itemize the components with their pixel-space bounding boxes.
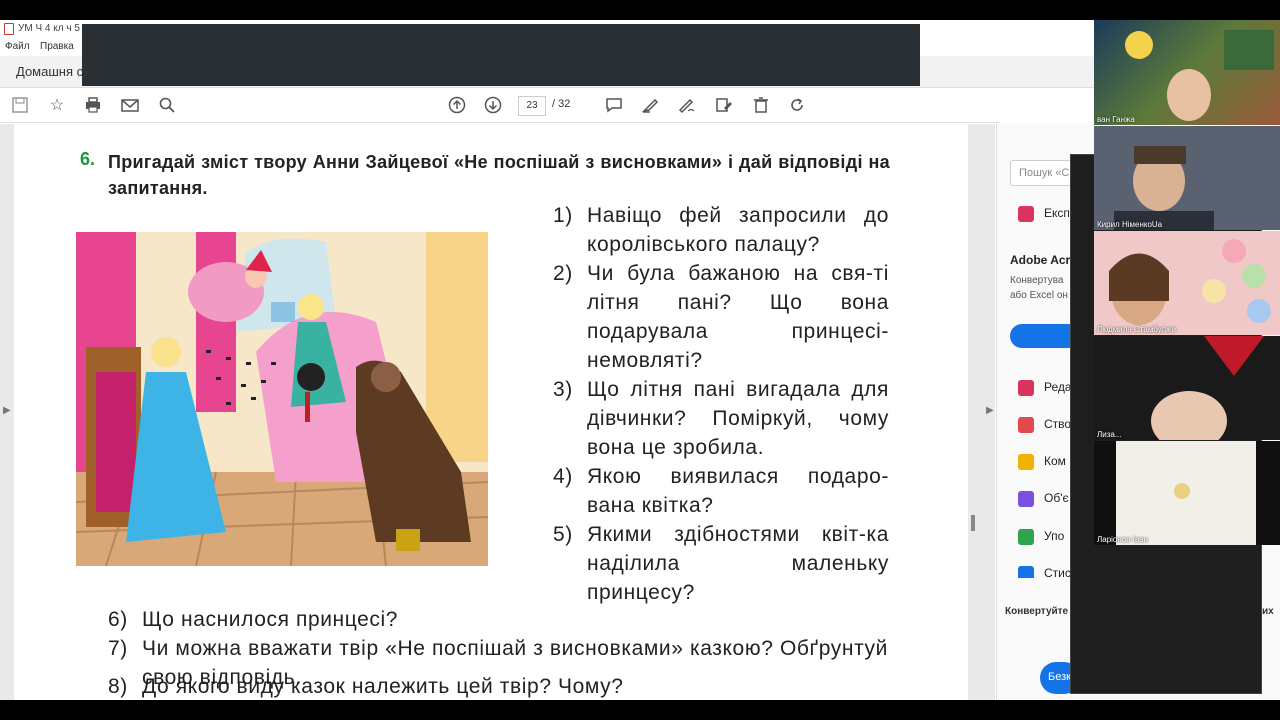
- tool-label: Ком: [1044, 454, 1066, 469]
- participant-tile[interactable]: ван Ганжа: [1094, 20, 1280, 125]
- edit-pdf-icon: [1018, 380, 1034, 396]
- question-text: Що літня пані вигадала для дівчинки? Пом…: [587, 378, 889, 459]
- participant-name: Ларіонов Іван: [1097, 535, 1148, 544]
- question-text: Навіщо фей запросили до королівського па…: [587, 204, 889, 256]
- question-number: 1): [553, 204, 573, 227]
- collapse-left-icon[interactable]: ▶: [3, 405, 11, 416]
- tool-edit[interactable]: Реда: [1018, 380, 1072, 396]
- question-text: До якого виду казок належить цей твір? Ч…: [142, 675, 624, 698]
- tool-compress[interactable]: Стис: [1018, 566, 1071, 578]
- participant-video: [1094, 336, 1280, 440]
- question-number: 5): [553, 523, 573, 546]
- convert-text: Конвертуйте: [1005, 606, 1069, 617]
- participant-name: Кирил НіменкоUa: [1097, 220, 1163, 229]
- pdf-icon: [4, 23, 14, 35]
- task-instruction: Пригадай зміст твору Анни Зайцевої «Не п…: [108, 152, 890, 198]
- participant-tile[interactable]: Лиза...: [1094, 336, 1280, 440]
- screen-overlay: [82, 24, 920, 86]
- page-total: / 32: [552, 98, 571, 110]
- participant-tile[interactable]: Ларіонов Іван: [1094, 441, 1280, 545]
- participant-name: Лиза...: [1097, 430, 1122, 439]
- question-3: 3) Що літня пані вигадала для дівчинки? …: [553, 375, 890, 462]
- promo-text: або Excel он: [1010, 290, 1068, 301]
- question-5: 5) Якими здібностями квіт-ка наділила ма…: [553, 520, 890, 607]
- question-text: Якими здібностями квіт-ка наділила мален…: [587, 523, 889, 604]
- comment-icon[interactable]: [604, 96, 624, 116]
- export-pdf-tool[interactable]: Експ: [1018, 206, 1070, 222]
- menu-edit[interactable]: Правка: [40, 41, 74, 52]
- tool-label: Упо: [1044, 529, 1065, 544]
- participant-video: [1094, 126, 1280, 230]
- question-number: 4): [553, 465, 573, 488]
- sign-icon[interactable]: [677, 96, 697, 116]
- question-4: 4) Якою виявилася подаро-вана квітка?: [553, 462, 890, 520]
- convert-text-end: их: [1262, 606, 1274, 617]
- tool-label: Реда: [1044, 380, 1072, 395]
- question-number: 6): [108, 608, 128, 631]
- page-number-input[interactable]: 23: [518, 96, 546, 116]
- question-number: 8): [108, 675, 128, 698]
- participant-tile[interactable]: Кирил НіменкоUa: [1094, 126, 1280, 230]
- tool-comment[interactable]: Ком: [1018, 454, 1066, 470]
- participant-video: [1125, 30, 1274, 121]
- question-text: Що наснилося принцесі?: [142, 608, 399, 631]
- search-icon[interactable]: [157, 96, 177, 116]
- scrollbar-thumb[interactable]: [971, 515, 975, 531]
- export-icon: [1018, 206, 1034, 222]
- tab-home[interactable]: Домашня с: [16, 64, 83, 79]
- combine-icon: [1018, 491, 1034, 507]
- promo-title: Adobe Acro: [1010, 253, 1078, 267]
- question-text: Якою виявилася подаро-вана квітка?: [587, 465, 889, 517]
- save-icon[interactable]: [10, 96, 30, 116]
- promo-text: Конвертува: [1010, 275, 1064, 286]
- email-icon[interactable]: [120, 96, 140, 116]
- delete-icon[interactable]: [751, 96, 771, 116]
- question-6: 6) Що наснилося принцесі?: [108, 605, 890, 634]
- question-number: 3): [553, 378, 573, 401]
- comment-tool-icon: [1018, 454, 1034, 470]
- bottom-bar: [0, 700, 1280, 720]
- tool-label: Ство: [1044, 417, 1072, 432]
- tool-create[interactable]: Ство: [1018, 417, 1071, 433]
- tool-organize[interactable]: Упо: [1018, 529, 1064, 545]
- edit-icon[interactable]: [714, 96, 734, 116]
- tool-label: Об'є: [1044, 491, 1069, 506]
- tool-label: Експ: [1044, 206, 1070, 221]
- rotate-icon[interactable]: [787, 96, 807, 116]
- question-8: 8) До якого виду казок належить цей твір…: [108, 672, 890, 700]
- menu-file[interactable]: Файл: [5, 41, 30, 52]
- star-icon[interactable]: ☆: [47, 96, 67, 116]
- participant-name: Людмила Стамбулжи: [1097, 325, 1176, 334]
- question-text: Чи була бажаною на свя-ті літня пані? Що…: [587, 262, 889, 372]
- participant-tile[interactable]: Людмила Стамбулжи: [1094, 231, 1280, 335]
- participant-video: [1116, 441, 1256, 545]
- collapse-right-icon[interactable]: ▶: [986, 405, 994, 416]
- question-1: 1) Навіщо фей запросили до королівського…: [553, 201, 890, 259]
- task-number: 6.: [80, 149, 96, 169]
- screen: УМ Ч 4 кл ч 5 Файл Правка Домашня с ☆ 23…: [0, 20, 1280, 700]
- question-2: 2) Чи була бажаною на свя-ті літня пані?…: [553, 259, 890, 375]
- tool-combine[interactable]: Об'є: [1018, 491, 1069, 507]
- create-pdf-icon: [1018, 417, 1034, 433]
- fairy-tale-illustration: [76, 232, 488, 566]
- participant-video: [1109, 239, 1271, 325]
- highlight-icon[interactable]: [640, 96, 660, 116]
- tool-label: Стис: [1044, 566, 1071, 578]
- question-number: 7): [108, 637, 128, 660]
- question-number: 2): [553, 262, 573, 285]
- page-up-icon[interactable]: [447, 96, 467, 116]
- page-down-icon[interactable]: [483, 96, 503, 116]
- compress-icon: [1018, 566, 1034, 578]
- print-icon[interactable]: [83, 96, 103, 116]
- document-title: УМ Ч 4 кл ч 5: [18, 23, 80, 34]
- organize-icon: [1018, 529, 1034, 545]
- toolbar: ☆ 23 / 32: [0, 89, 1000, 123]
- participant-name: ван Ганжа: [1097, 115, 1135, 124]
